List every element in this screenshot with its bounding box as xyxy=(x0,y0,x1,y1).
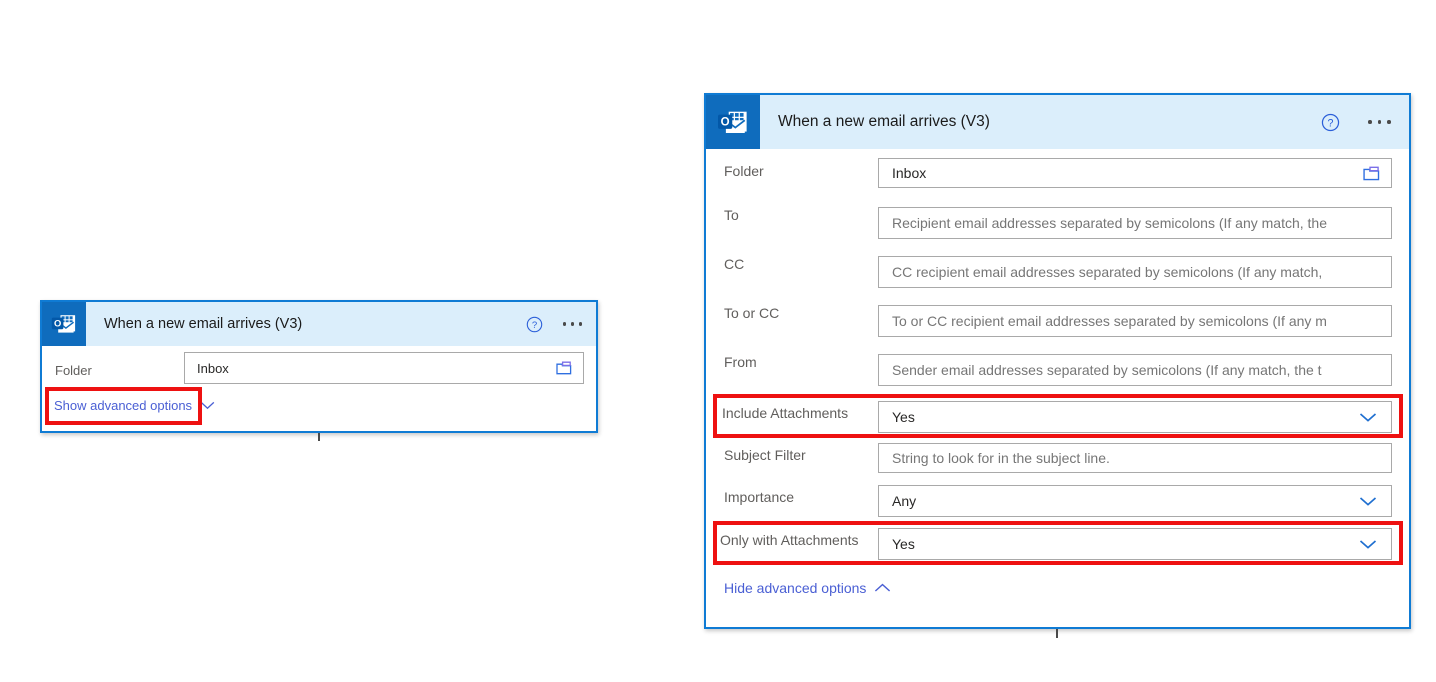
chevron-down-icon[interactable] xyxy=(1355,539,1381,550)
hide-advanced-options-label: Hide advanced options xyxy=(724,580,867,596)
cc-input-placeholder: CC recipient email addresses separated b… xyxy=(892,264,1323,280)
row-label: Only with Attachments xyxy=(720,532,859,548)
show-advanced-options-label: Show advanced options xyxy=(54,398,193,413)
collapsed-row-folder: Folder xyxy=(55,356,92,384)
expanded-trigger-card[interactable]: O When a new email arrives (V3) ? Folder… xyxy=(704,93,1411,629)
collapsed-trigger-card[interactable]: O When a new email arrives (V3) ? Folder… xyxy=(40,300,598,433)
subject-filter-placeholder: String to look for in the subject line. xyxy=(892,450,1110,466)
to-input[interactable]: Recipient email addresses separated by s… xyxy=(878,207,1392,239)
row-label: Importance xyxy=(724,489,795,505)
expanded-card-header[interactable]: O When a new email arrives (V3) ? xyxy=(706,95,1409,149)
expanded-card-connector xyxy=(1056,629,1058,638)
outlook-icon: O xyxy=(42,302,86,346)
expanded-row-label-only-with-attachments: Only with Attachments xyxy=(720,528,859,552)
row-label: Include Attachments xyxy=(722,405,849,421)
svg-text:O: O xyxy=(54,317,61,328)
row-label: Folder xyxy=(724,163,764,179)
cc-input[interactable]: CC recipient email addresses separated b… xyxy=(878,256,1392,288)
folder-input[interactable]: Inbox xyxy=(184,352,584,384)
outlook-icon: O xyxy=(706,95,760,149)
chevron-down-icon[interactable] xyxy=(200,398,215,413)
folder-input-value: Inbox xyxy=(197,360,229,376)
more-options-icon[interactable] xyxy=(563,322,582,326)
to-or-cc-input[interactable]: To or CC recipient email addresses separ… xyxy=(878,305,1392,337)
expanded-row-label-to-or-cc: To or CC xyxy=(724,301,779,325)
expanded-row-label-importance: Importance xyxy=(724,485,794,509)
collapsed-row-label: Folder xyxy=(55,362,92,378)
row-label: To xyxy=(724,207,739,223)
chevron-down-icon[interactable] xyxy=(1355,496,1381,507)
svg-text:?: ? xyxy=(532,320,537,331)
expanded-row-label-include-attachments: Include Attachments xyxy=(722,401,848,425)
only-with-attachments-dropdown[interactable]: Yes xyxy=(878,528,1392,560)
help-circle-icon[interactable]: ? xyxy=(526,316,543,333)
chevron-up-icon[interactable] xyxy=(874,580,891,596)
expanded-row-label-folder: Folder xyxy=(724,159,764,183)
from-input-placeholder: Sender email addresses separated by semi… xyxy=(892,362,1322,378)
folder-input-value: Inbox xyxy=(892,165,927,181)
folder-picker-icon[interactable] xyxy=(1359,166,1383,181)
include-attachments-value: Yes xyxy=(892,409,915,425)
help-circle-icon[interactable]: ? xyxy=(1321,113,1340,132)
svg-text:?: ? xyxy=(1328,117,1334,129)
only-with-attachments-value: Yes xyxy=(892,536,915,552)
folder-input[interactable]: Inbox xyxy=(878,158,1392,188)
expanded-row-label-subject-filter: Subject Filter xyxy=(724,443,806,467)
row-label: To or CC xyxy=(724,305,780,321)
chevron-down-icon[interactable] xyxy=(1355,412,1381,423)
show-advanced-options-link[interactable]: Show advanced options xyxy=(54,398,215,413)
folder-picker-icon[interactable] xyxy=(553,361,575,375)
expanded-row-label-cc: CC xyxy=(724,252,744,276)
row-label: CC xyxy=(724,256,745,272)
to-or-cc-input-placeholder: To or CC recipient email addresses separ… xyxy=(892,313,1327,329)
to-input-placeholder: Recipient email addresses separated by s… xyxy=(892,215,1327,231)
hide-advanced-options-link[interactable]: Hide advanced options xyxy=(724,580,891,596)
collapsed-card-title: When a new email arrives (V3) xyxy=(104,316,303,332)
svg-text:O: O xyxy=(721,116,730,128)
expanded-row-label-from: From xyxy=(724,350,757,374)
row-label: From xyxy=(724,354,757,370)
expanded-card-title: When a new email arrives (V3) xyxy=(778,113,990,130)
importance-dropdown[interactable]: Any xyxy=(878,485,1392,517)
include-attachments-dropdown[interactable]: Yes xyxy=(878,401,1392,433)
collapsed-card-header[interactable]: O When a new email arrives (V3) ? xyxy=(42,302,596,346)
subject-filter-input[interactable]: String to look for in the subject line. xyxy=(878,443,1392,473)
more-options-icon[interactable] xyxy=(1368,120,1391,124)
collapsed-card-connector xyxy=(318,433,320,441)
row-label: Subject Filter xyxy=(724,447,806,463)
importance-value: Any xyxy=(892,493,917,509)
expanded-row-label-to: To xyxy=(724,203,739,227)
from-input[interactable]: Sender email addresses separated by semi… xyxy=(878,354,1392,386)
